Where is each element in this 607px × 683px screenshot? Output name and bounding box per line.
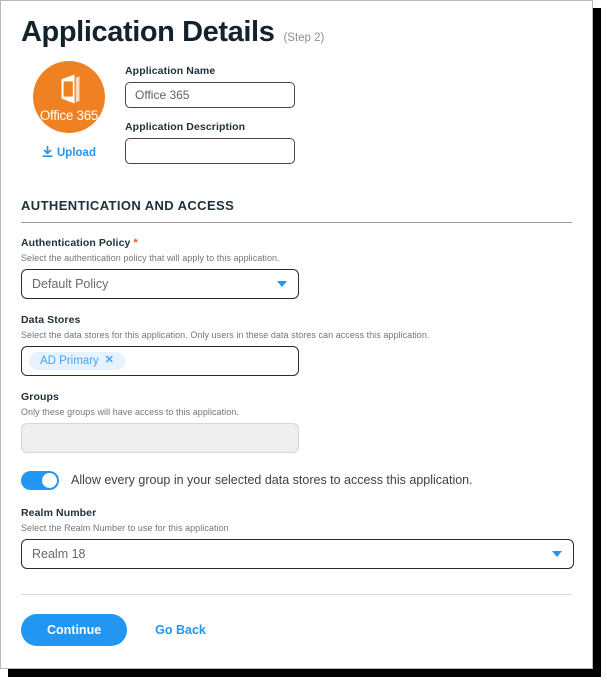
office-365-door-icon (54, 72, 84, 111)
allow-all-groups-row: Allow every group in your selected data … (21, 470, 572, 490)
authentication-policy-help: Select the authentication policy that wi… (21, 252, 280, 263)
application-description-input[interactable] (125, 137, 295, 164)
groups-input (21, 422, 299, 453)
data-stores-help: Select the data stores for this applicat… (21, 329, 430, 340)
logo-column: Office 365 Upload (21, 60, 117, 161)
authentication-policy-label-text: Authentication Policy (21, 236, 131, 249)
data-store-chip-label: AD Primary (40, 354, 99, 367)
identity-fields: Application Name Application Description (125, 61, 295, 164)
app-logo-label: Office 365 (39, 107, 99, 123)
app-logo: Office 365 (33, 60, 105, 133)
data-stores-input[interactable]: AD Primary ✕ (21, 345, 299, 376)
data-store-chip: AD Primary ✕ (29, 351, 125, 370)
realm-number-group: Realm Number Select the Realm Number to … (21, 506, 574, 569)
allow-all-groups-toggle[interactable] (21, 470, 59, 490)
continue-button[interactable]: Continue (21, 614, 128, 646)
application-name-input[interactable] (125, 81, 295, 108)
chevron-down-icon (552, 550, 562, 557)
authentication-and-access-section: AUTHENTICATION AND ACCESS Authentication… (21, 197, 574, 569)
groups-label: Groups (21, 390, 59, 403)
footer-divider (21, 594, 572, 595)
upload-button[interactable]: Upload (42, 145, 96, 161)
card-inner: Application Details (Step 2) Office 365 (1, 1, 592, 668)
section-form: Authentication Policy * Select the authen… (21, 237, 574, 569)
data-stores-group: Data Stores Select the data stores for t… (21, 314, 572, 376)
page-title: Application Details (21, 16, 275, 48)
page-header: Application Details (Step 2) (1, 1, 592, 49)
required-asterisk: * (133, 236, 138, 249)
footer: Continue Go Back (1, 594, 592, 668)
realm-number-value: Realm 18 (32, 546, 86, 561)
section-title: AUTHENTICATION AND ACCESS (21, 197, 235, 213)
application-name-group: Application Name (125, 65, 295, 108)
authentication-policy-group: Authentication Policy * Select the authen… (21, 237, 572, 299)
realm-number-help: Select the Realm Number to use for this … (21, 522, 229, 533)
authentication-policy-label: Authentication Policy * (21, 237, 572, 249)
data-stores-label: Data Stores (21, 313, 81, 326)
download-arrow-icon (42, 145, 53, 161)
application-description-label: Application Description (125, 120, 246, 133)
chevron-down-icon (277, 280, 287, 287)
upload-label: Upload (57, 147, 96, 160)
close-icon[interactable]: ✕ (105, 355, 114, 366)
allow-all-groups-label: Allow every group in your selected data … (71, 473, 473, 488)
application-name-label: Application Name (125, 64, 216, 77)
go-back-button[interactable]: Go Back (155, 623, 206, 637)
groups-help: Only these groups will have access to th… (21, 406, 239, 417)
realm-number-select[interactable]: Realm 18 (21, 538, 574, 569)
application-details-card: Application Details (Step 2) Office 365 (0, 0, 593, 669)
groups-group: Groups Only these groups will have acces… (21, 391, 572, 453)
step-indicator: (Step 2) (283, 32, 325, 44)
authentication-policy-value: Default Policy (32, 276, 109, 291)
footer-actions: Continue Go Back (21, 614, 572, 646)
toggle-knob (41, 471, 58, 489)
app-identity-row: Office 365 Upload Application Name Offic… (1, 49, 592, 164)
application-description-group: Application Description (125, 121, 295, 164)
section-divider (21, 221, 572, 223)
realm-number-label: Realm Number (21, 506, 97, 519)
authentication-policy-select[interactable]: Default Policy (21, 268, 299, 299)
